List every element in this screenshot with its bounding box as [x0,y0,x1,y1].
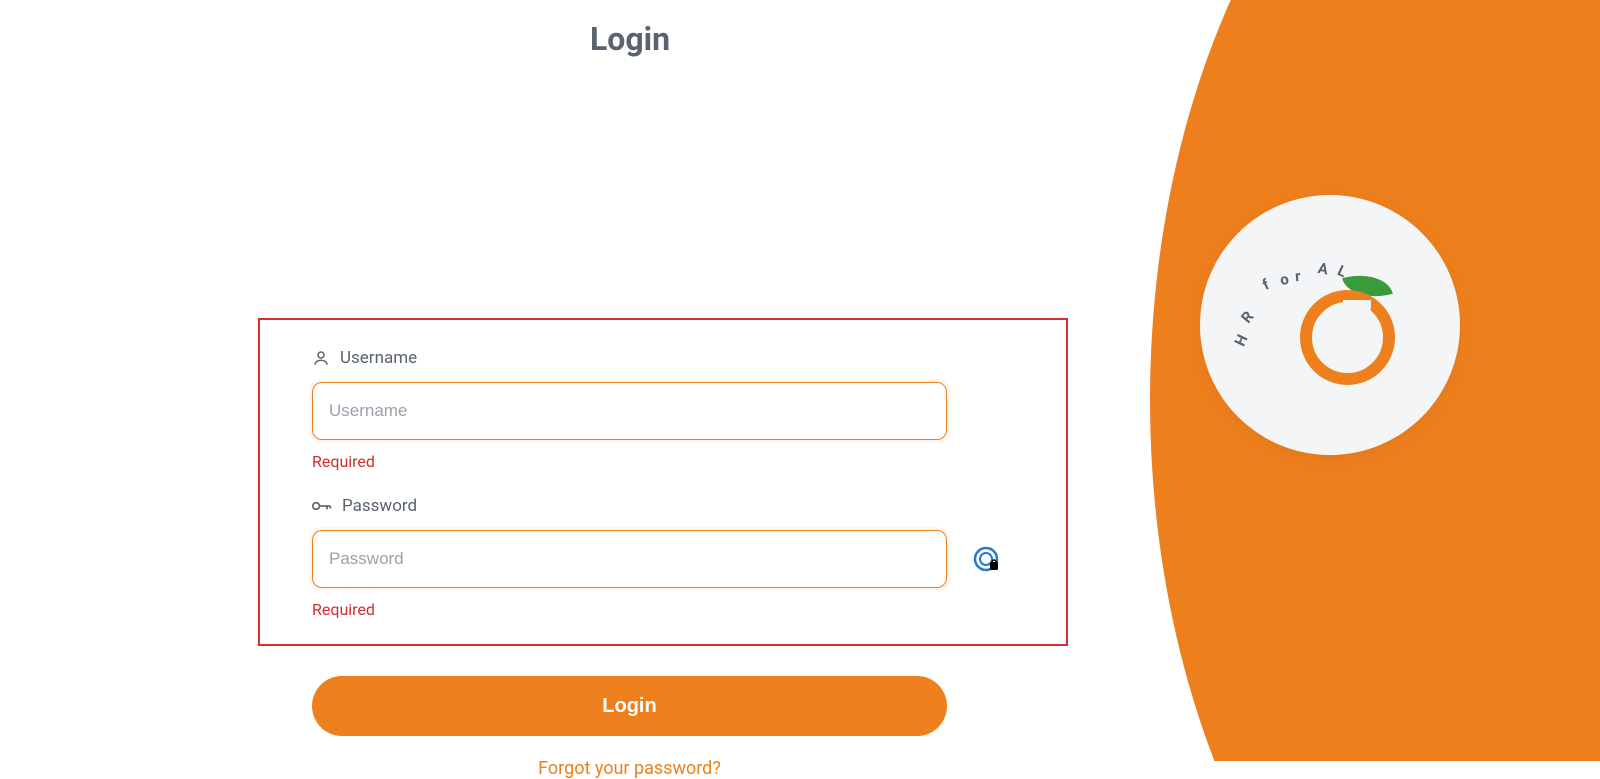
password-manager-icon[interactable] [973,546,999,572]
username-label-text: Username [340,348,417,368]
user-icon [312,349,330,367]
password-field-group: Password Required [312,496,1014,619]
password-label-text: Password [342,496,417,516]
password-label: Password [312,496,1014,516]
forgot-password-link[interactable]: Forgot your password? [312,758,947,779]
password-input[interactable] [312,530,947,588]
password-error: Required [312,600,1014,619]
page-title: Login [260,20,1000,58]
username-field-group: Username Required [312,348,1014,471]
orange-fruit-icon [1300,290,1395,385]
brand-logo: H R f o r A L L [1200,195,1460,455]
login-button[interactable]: Login [312,676,947,736]
username-input[interactable] [312,382,947,440]
username-error: Required [312,452,1014,471]
username-label: Username [312,348,1014,368]
form-highlight-box: Username Required Password [258,318,1068,646]
login-form-container: Login Username Required [260,20,1000,779]
key-icon [312,497,332,515]
